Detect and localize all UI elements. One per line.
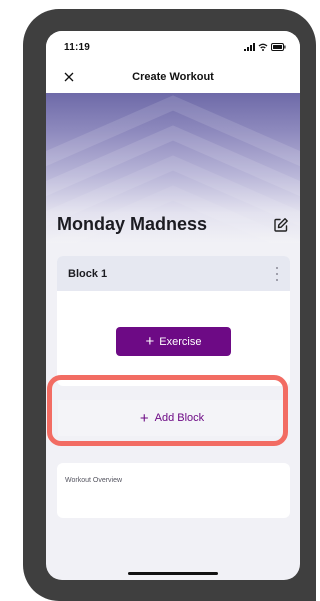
stage: 11:19 Create Workout Monday Madness Bloc… bbox=[0, 0, 316, 601]
block-title: Block 1 bbox=[68, 268, 108, 280]
status-bar: 11:19 bbox=[46, 31, 300, 61]
edit-icon bbox=[274, 218, 288, 232]
wifi-icon bbox=[258, 43, 268, 51]
block-card: Block 1 + Exercise bbox=[57, 256, 290, 386]
edit-name-button[interactable] bbox=[273, 217, 289, 233]
plus-icon: + bbox=[145, 333, 155, 350]
workout-name: Monday Madness bbox=[57, 214, 208, 234]
phone-screen: 11:19 Create Workout Monday Madness Bloc… bbox=[46, 31, 300, 580]
battery-icon bbox=[271, 43, 286, 51]
status-time: 11:19 bbox=[64, 42, 91, 53]
page-title: Create Workout bbox=[132, 71, 214, 83]
workout-overview-label: Workout Overview bbox=[65, 477, 123, 484]
workout-overview-card[interactable]: Workout Overview bbox=[57, 463, 290, 518]
signal-icon bbox=[244, 43, 255, 51]
add-exercise-button[interactable]: + Exercise bbox=[116, 327, 231, 356]
kebab-dot bbox=[276, 267, 278, 269]
home-indicator bbox=[128, 572, 218, 575]
kebab-dot bbox=[276, 279, 278, 281]
kebab-dot bbox=[276, 273, 278, 275]
add-exercise-label: Exercise bbox=[159, 335, 202, 348]
highlight-outline bbox=[47, 375, 288, 446]
status-icons bbox=[244, 42, 286, 52]
block-header: Block 1 bbox=[57, 256, 290, 291]
nav-bar: Create Workout bbox=[46, 61, 300, 93]
more-vertical-icon[interactable] bbox=[274, 267, 280, 281]
